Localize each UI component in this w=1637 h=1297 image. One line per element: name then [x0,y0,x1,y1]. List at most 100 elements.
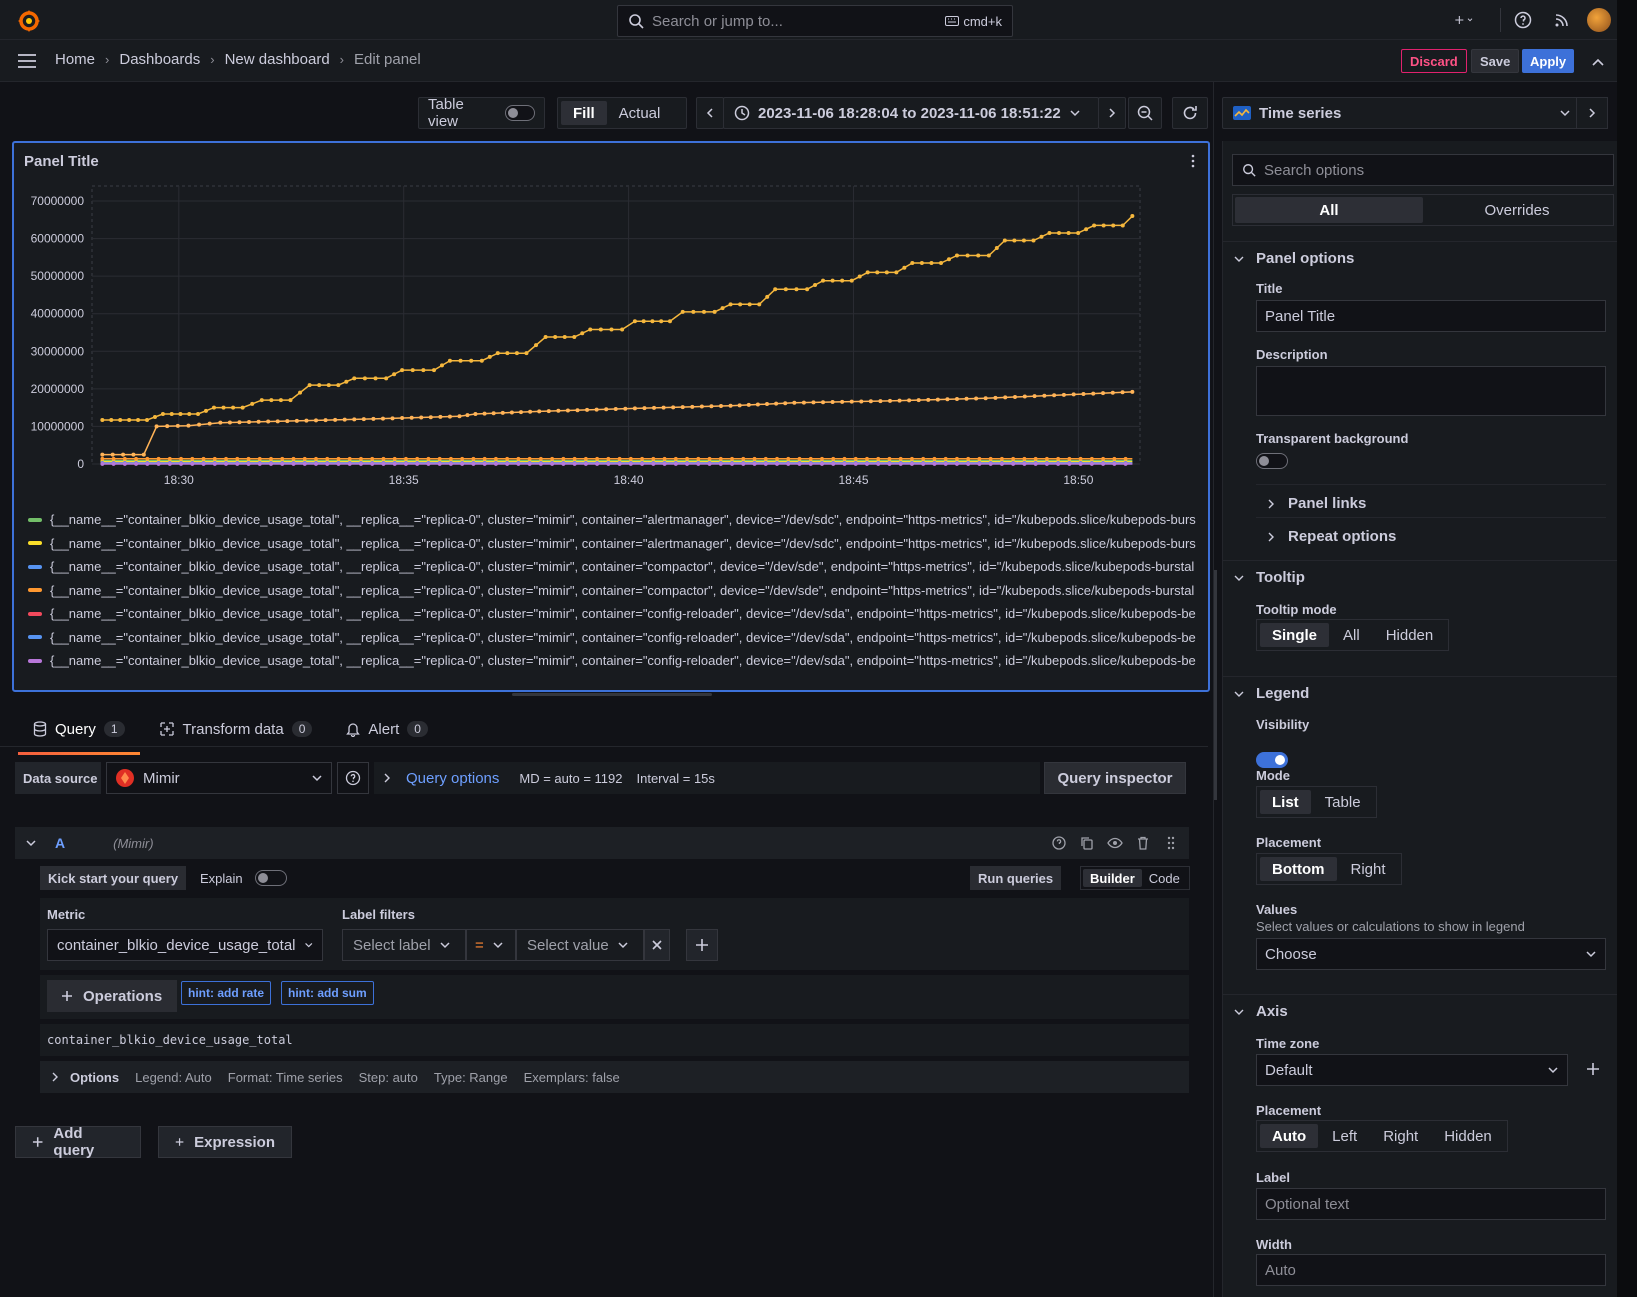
trash-icon[interactable] [1135,835,1151,851]
query-options-link[interactable]: Query options [406,770,499,787]
time-zone-select[interactable]: Default [1256,1054,1568,1086]
panel-options-header[interactable]: Panel options [1234,250,1354,267]
legend-item[interactable]: {__name__="container_blkio_device_usage_… [28,626,1200,650]
time-range-picker[interactable]: 2023-11-06 18:28:04 to 2023-11-06 18:51:… [723,97,1099,129]
chevron-down-icon[interactable] [25,837,37,849]
query-inspector-button[interactable]: Query inspector [1044,762,1186,794]
operator-select[interactable]: = [466,929,516,961]
add-filter-button[interactable] [686,929,718,961]
breadcrumb-dashboard[interactable]: New dashboard [225,51,330,68]
values-select[interactable]: Choose [1256,938,1606,970]
tooltip-mode-hidden[interactable]: Hidden [1374,623,1446,647]
builder-option[interactable]: Builder [1083,869,1142,887]
explain-switch[interactable] [254,870,287,886]
panel-links-header[interactable]: Panel links [1266,495,1366,512]
kick-start-button[interactable]: Kick start your query [40,866,187,890]
series-point [955,456,959,461]
help-icon[interactable] [1513,10,1533,30]
tab-query[interactable]: Query 1 [18,713,140,755]
add-expression-button[interactable]: Expression [158,1126,292,1158]
actual-option[interactable]: Actual [607,101,673,125]
visualization-picker[interactable]: Time series [1222,97,1582,129]
breadcrumb-home[interactable]: Home [55,51,95,68]
grafana-logo-icon[interactable] [16,8,42,34]
chevron-up-icon[interactable] [1588,52,1608,72]
help-icon[interactable] [1051,835,1067,851]
metric-select[interactable]: container_blkio_device_usage_total [47,929,323,961]
legend-item[interactable]: {__name__="container_blkio_device_usage_… [28,555,1200,579]
explain-toggle[interactable]: Explain [200,866,287,890]
table-view-toggle[interactable]: Table view [418,96,545,130]
axis-placement-auto[interactable]: Auto [1260,1124,1319,1148]
tab-transform[interactable]: Transform data 0 [159,713,313,745]
hint-add-rate-button[interactable]: hint: add rate [181,981,272,1005]
value-select[interactable]: Select value [516,929,644,961]
tooltip-mode-all[interactable]: All [1331,623,1372,647]
remove-filter-button[interactable] [644,929,670,961]
time-series-chart[interactable]: 0 10000000 20000000 30000000 40000000 5000000… [14,180,1208,510]
tab-alert[interactable]: Alert 0 [346,713,428,745]
save-button[interactable]: Save [1471,49,1520,73]
legend-header[interactable]: Legend [1234,685,1309,702]
tooltip-header[interactable]: Tooltip [1234,569,1305,586]
axis-placement-right[interactable]: Right [1371,1124,1430,1148]
query-options[interactable]: Query options MD = auto = 1192 Interval … [374,762,1040,794]
legend-item[interactable]: {__name__="container_blkio_device_usage_… [28,579,1200,603]
collapse-options-button[interactable] [1576,97,1608,129]
zoom-out-button[interactable] [1128,97,1162,129]
legend-item[interactable]: {__name__="container_blkio_device_usage_… [28,508,1200,532]
code-option[interactable]: Code [1142,869,1187,887]
discard-button[interactable]: Discard [1401,49,1467,73]
time-forward-button[interactable] [1098,97,1126,129]
refresh-button[interactable] [1172,97,1208,129]
tooltip-mode-single[interactable]: Single [1260,623,1330,647]
axis-width-input[interactable]: Auto [1256,1254,1606,1286]
menu-icon[interactable] [17,53,37,69]
add-new-button[interactable] [1454,10,1474,30]
panel-resize-handle[interactable] [512,693,712,696]
query-row-header[interactable]: A (Mimir) [15,827,1189,859]
hint-add-sum-button[interactable]: hint: add sum [281,981,374,1005]
data-source-help-button[interactable] [337,762,369,794]
axis-header[interactable]: Axis [1234,1003,1288,1020]
plus-icon[interactable] [1586,1062,1600,1076]
legend-placement-right[interactable]: Right [1339,857,1398,881]
operations-button[interactable]: Operations [47,980,177,1012]
user-avatar[interactable] [1587,8,1611,32]
data-source-select[interactable]: Mimir [106,762,332,794]
legend-mode-table[interactable]: Table [1313,790,1373,814]
run-queries-button[interactable]: Run queries [970,866,1062,890]
panel-menu-icon[interactable] [1188,152,1198,170]
tab-all[interactable]: All [1235,197,1423,223]
axis-placement-left[interactable]: Left [1320,1124,1369,1148]
search-options-input[interactable]: Search options [1232,154,1614,186]
eye-icon[interactable] [1107,835,1123,851]
legend-item[interactable]: {__name__="container_blkio_device_usage_… [28,602,1200,626]
query-options-row[interactable]: Options Legend: Auto Format: Time series… [40,1061,1189,1093]
repeat-options-header[interactable]: Repeat options [1266,528,1396,545]
splitter-handle[interactable] [1214,570,1217,800]
breadcrumb-dashboards[interactable]: Dashboards [119,51,200,68]
table-view-switch[interactable] [504,105,535,121]
transparent-switch[interactable] [1256,453,1288,469]
axis-label-input[interactable]: Optional text [1256,1188,1606,1220]
query-ref-id[interactable]: A [55,835,65,851]
time-back-button[interactable] [696,97,724,129]
legend-mode-list[interactable]: List [1260,790,1311,814]
duplicate-icon[interactable] [1079,835,1095,851]
search-input[interactable]: Search or jump to... cmd+k [617,5,1013,37]
legend-item[interactable]: {__name__="container_blkio_device_usage_… [28,532,1200,556]
add-query-button[interactable]: Add query [15,1125,141,1159]
news-feed-icon[interactable] [1552,10,1572,30]
title-input[interactable]: Panel Title [1256,300,1606,332]
description-textarea[interactable] [1256,366,1606,416]
apply-button[interactable]: Apply [1522,49,1575,73]
label-select[interactable]: Select label [342,929,466,961]
axis-placement-hidden[interactable]: Hidden [1432,1124,1504,1148]
fill-option[interactable]: Fill [561,101,607,125]
drag-handle-icon[interactable] [1163,835,1179,851]
legend-visibility-switch[interactable] [1256,752,1288,768]
legend-item[interactable]: {__name__="container_blkio_device_usage_… [28,649,1200,673]
tab-overrides[interactable]: Overrides [1423,197,1611,223]
legend-placement-bottom[interactable]: Bottom [1260,857,1337,881]
